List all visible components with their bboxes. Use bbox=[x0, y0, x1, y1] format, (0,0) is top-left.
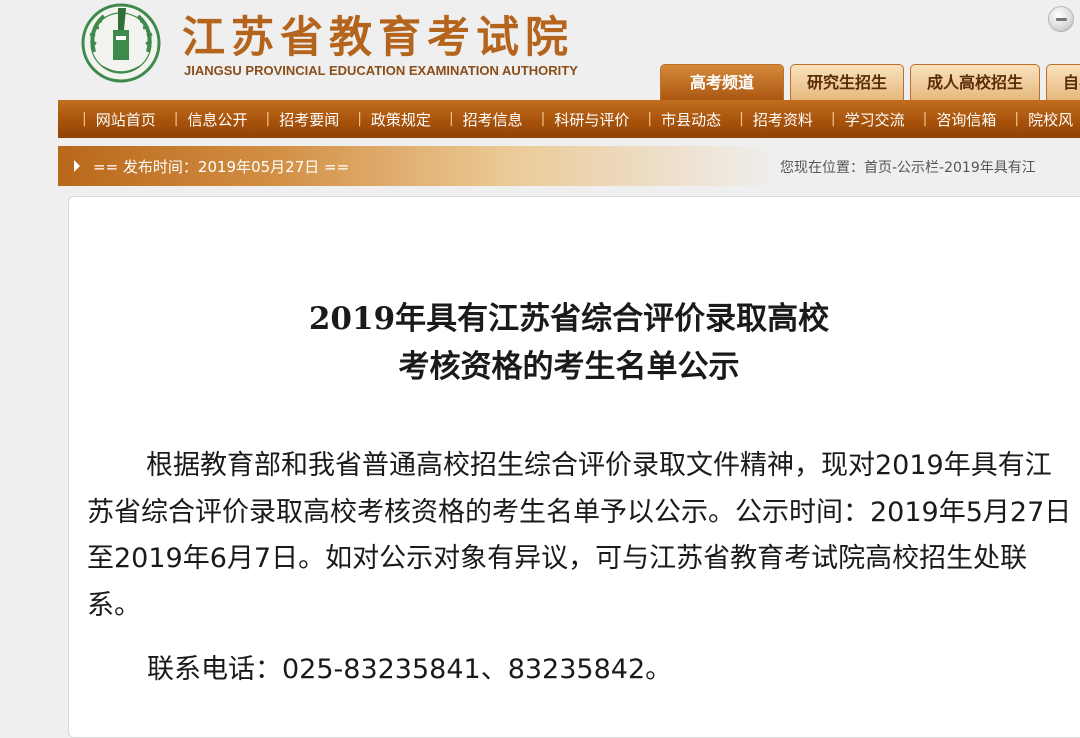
channel-tabs: 高考频道 研究生招生 成人高校招生 自学 bbox=[660, 64, 1080, 100]
triangle-right-icon bbox=[74, 160, 80, 172]
breadcrumb: 您现在位置：首页-公示栏-2019年具有江 bbox=[780, 160, 1036, 176]
nav-item-policy[interactable]: 政策规定 bbox=[348, 109, 440, 130]
nav-item-materials[interactable]: 招考资料 bbox=[730, 109, 822, 130]
main-nav: 网站首页 信息公开 招考要闻 政策规定 招考信息 科研与评价 市县动态 招考资料… bbox=[58, 100, 1080, 138]
nav-item-city-updates[interactable]: 市县动态 bbox=[638, 109, 730, 130]
article-panel: 2019年具有江苏省综合评价录取高校 考核资格的考生名单公示 根据教育部和我省普… bbox=[68, 196, 1080, 738]
date-strip: == 发布时间：2019年05月27日 == bbox=[58, 146, 778, 186]
site-subtitle: JIANGSU PROVINCIAL EDUCATION EXAMINATION… bbox=[184, 63, 578, 78]
tab-self-study[interactable]: 自学 bbox=[1046, 64, 1080, 100]
article-title-line-2: 考核资格的考生名单公示 bbox=[398, 349, 740, 385]
article-paragraph: 根据教育部和我省普通高校招生综合评价录取文件精神，现对2019年具有江苏省综合评… bbox=[87, 450, 1072, 621]
minimize-icon[interactable] bbox=[1048, 6, 1074, 32]
nav-item-colleges[interactable]: 院校风 bbox=[1005, 109, 1080, 130]
nav-item-home[interactable]: 网站首页 bbox=[58, 109, 165, 130]
nav-item-mailbox[interactable]: 咨询信箱 bbox=[914, 109, 1006, 130]
site-header: 江苏省教育考试院 JIANGSU PROVINCIAL EDUCATION EX… bbox=[0, 0, 1080, 100]
school-seal-logo-icon[interactable] bbox=[80, 0, 162, 86]
site-title: 江苏省教育考试院 bbox=[182, 13, 574, 63]
nav-item-exam-info[interactable]: 招考信息 bbox=[440, 109, 532, 130]
publish-date: == 发布时间：2019年05月27日 == bbox=[93, 158, 350, 176]
article-title: 2019年具有江苏省综合评价录取高校 考核资格的考生名单公示 bbox=[69, 295, 1069, 391]
tab-graduate[interactable]: 研究生招生 bbox=[790, 64, 905, 100]
article-title-line-1: 2019年具有江苏省综合评价录取高校 bbox=[308, 301, 830, 337]
nav-item-info-disclosure[interactable]: 信息公开 bbox=[165, 109, 257, 130]
nav-item-research[interactable]: 科研与评价 bbox=[532, 109, 639, 130]
nav-item-news[interactable]: 招考要闻 bbox=[256, 109, 348, 130]
tab-adult-college[interactable]: 成人高校招生 bbox=[910, 64, 1041, 100]
contact-phone: 联系电话：025-83235841、83235842。 bbox=[147, 654, 673, 685]
tab-gaokao[interactable]: 高考频道 bbox=[660, 64, 785, 100]
date-bar: == 发布时间：2019年05月27日 == 您现在位置：首页-公示栏-2019… bbox=[58, 146, 1080, 186]
nav-item-exchange[interactable]: 学习交流 bbox=[822, 109, 914, 130]
